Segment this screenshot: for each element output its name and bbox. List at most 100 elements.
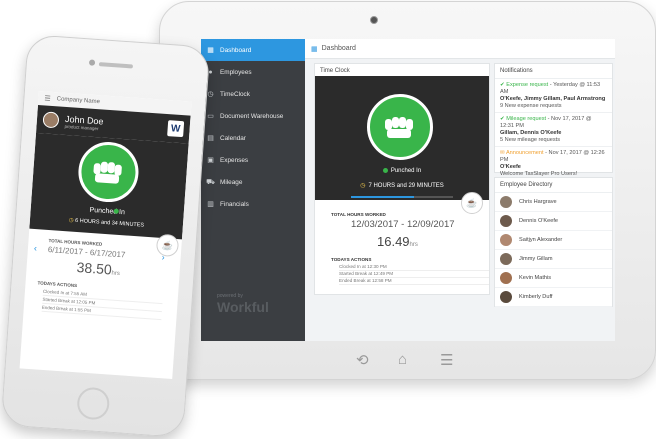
punch-status: Punched In [315,168,489,174]
status-dot [113,208,119,214]
brand-name: Workful [217,299,269,315]
coffee-icon: ☕ [161,239,174,251]
employee-name: Chris Hargrave [519,199,557,205]
sidebar-item-label: Dashboard [220,46,252,54]
employee-row[interactable]: Chris Hargrave [495,193,612,212]
notification-item[interactable]: ✔ Mileage request - Nov 17, 2017 @ 12:31… [495,113,612,147]
tablet-nav-bar: ⟲ ⌂ ☰ [320,348,453,374]
sidebar-item-label: Expenses [220,156,249,164]
phone-speaker [98,62,134,69]
notification-detail: 5 New mileage requests [500,137,561,143]
notification-item[interactable]: ✔ Expense request - Yesterday @ 11:53 AM… [495,79,612,113]
page-title: Dashboard [321,45,356,52]
workful-logo: W [167,120,185,138]
employee-directory-card: Employee Directory Chris Hargrave Dennis… [494,177,613,307]
sidebar-item-timeclock[interactable]: ◷ TimeClock [201,83,305,105]
punch-panel: Punched In ◷ 6 HOURS and 34 MINUTES [29,132,189,240]
back-icon[interactable]: ⟲ [356,351,369,369]
employee-row[interactable]: Kimberly Duff [495,288,612,307]
total-hours: 16.49hrs [377,234,418,249]
notification-type: Expense request [506,82,549,88]
punch-button[interactable] [367,94,433,160]
avatar [500,291,512,303]
avatar [500,234,512,246]
company-name: Company Name [56,96,101,106]
hours-value: 16.49 [377,234,410,249]
sidebar-item-mileage[interactable]: ⛟ Mileage [201,171,305,193]
fist-icon [93,159,125,185]
total-hours: 38.50hrs [76,259,120,278]
todays-actions-label: TODAYS ACTIONS [37,280,78,289]
notification-type: Mileage request [506,116,547,122]
workful-brand: powered by Workful [217,293,269,315]
time-clock-card: Time Clock Punched In ◷ 7 HOURS and 29 MI… [314,63,490,295]
sidebar-item-document-warehouse[interactable]: ▭ Document Warehouse [201,105,305,127]
hours-unit: hrs [111,270,120,278]
page-header: ▦ Dashboard [305,39,615,59]
sidebar-item-label: Calendar [220,134,246,142]
break-button[interactable]: ☕ [155,233,180,258]
calendar-icon: ▤ [207,135,214,142]
prev-week-arrow[interactable]: ‹ [34,243,38,253]
employee-name: Kevin Mathis [519,275,552,281]
status-text: Punched In [390,168,422,175]
date-range: 12/03/2017 - 12/09/2017 [351,219,455,230]
sidebar-item-calendar[interactable]: ▤ Calendar [201,127,305,149]
notifications-card: Notifications ✔ Expense request - Yester… [494,63,613,181]
notification-type: Announcement [505,150,544,156]
hours-unit: hrs [409,242,418,248]
sidebar-item-dashboard[interactable]: ▦ Dashboard [201,39,305,61]
duration-text: 7 HOURS and 29 MINUTES [368,183,444,189]
home-icon[interactable]: ⌂ [398,351,407,368]
sidebar-item-label: TimeClock [220,90,250,98]
sidebar-item-label: Financials [220,200,249,208]
break-button[interactable]: ☕ [461,192,483,214]
dashboard-icon: ▦ [311,45,318,53]
sidebar-item-label: Employees [220,68,252,76]
notification-names: Gillam, Dennis O'Keefe [500,130,562,136]
sidebar-item-label: Mileage [220,178,243,186]
punch-button[interactable] [76,140,141,205]
phone-home-button[interactable] [76,386,111,421]
sidebar-item-financials[interactable]: ▥ Financials [201,193,305,215]
duration-text: 6 HOURS and 34 MINUTES [74,217,145,229]
punch-panel: Punched In ◷ 7 HOURS and 29 MINUTES [315,76,489,200]
employee-row[interactable]: Jimmy Gillam [495,250,612,269]
sidebar-item-employees[interactable]: ● Employees [201,61,305,83]
avatar [42,111,60,129]
tablet-device: ▦ Dashboard ● Employees ◷ TimeClock ▭ Docume… [159,1,656,380]
employee-name: Dennis O'Keefe [519,218,559,224]
tablet-screen: ▦ Dashboard ● Employees ◷ TimeClock ▭ Docume… [201,39,615,341]
financials-icon: ▥ [207,201,214,208]
shift-progress-bar [351,196,453,198]
dashboard-icon: ▦ [207,47,214,54]
employee-row[interactable]: Kevin Mathis [495,269,612,288]
employee-name: Jimmy Gillam [519,256,553,262]
avatar [500,215,512,227]
clock-icon: ◷ [360,183,366,189]
avatar [500,253,512,265]
hamburger-icon[interactable]: ☰ [44,94,51,102]
status-dot [382,168,388,173]
notification-names: O'Keefe [500,164,521,170]
avatar [500,196,512,208]
employee-row[interactable]: Dennis O'Keefe [495,212,612,231]
notification-names: O'Keefe, Jimmy Gillam, Paul Armstrong [500,96,606,102]
sidebar-item-expenses[interactable]: ▣ Expenses [201,149,305,171]
phone-screen: ☰ Company Name John Doe product manager … [19,91,192,380]
employee-name: Saitjyn Alexander [519,237,563,243]
progress-fill [351,196,415,198]
menu-icon[interactable]: ☰ [440,351,453,369]
hours-value: 38.50 [76,259,113,278]
punch-duration: ◷ 7 HOURS and 29 MINUTES [315,182,489,189]
brand-powered-by: powered by [217,293,243,299]
sidebar: ▦ Dashboard ● Employees ◷ TimeClock ▭ Docume… [201,39,305,341]
notification-item[interactable]: ✉ Announcement - Nov 17, 2017 @ 12:26 PM… [495,147,612,181]
next-week-arrow[interactable]: › [161,252,165,262]
action-item: Clocked In at 12:30 PM [339,264,489,271]
notification-detail: 9 New expense requests [500,103,562,109]
phone-device: ☰ Company Name John Doe product manager … [0,34,211,438]
expenses-icon: ▣ [207,157,214,164]
employee-row[interactable]: Saitjyn Alexander [495,231,612,250]
sidebar-item-label: Document Warehouse [220,112,284,120]
